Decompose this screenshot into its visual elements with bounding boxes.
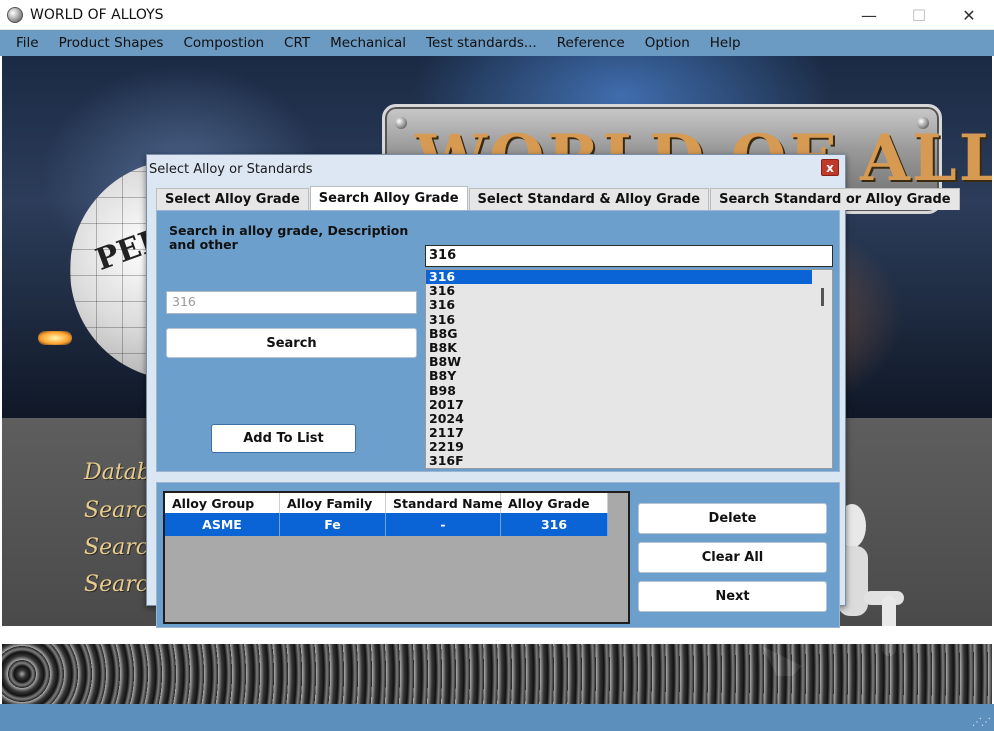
menu-bar: File Product Shapes Compostion CRT Mecha… [0, 30, 994, 56]
close-button[interactable]: ✕ [944, 0, 994, 30]
next-button[interactable]: Next [638, 581, 827, 612]
list-item[interactable]: 2024 [426, 411, 812, 426]
table-row[interactable]: ASME Fe - 316 [165, 513, 608, 536]
list-item[interactable]: B8K [426, 340, 812, 355]
selection-panel: Alloy Group Alloy Family Standard Name A… [156, 482, 840, 628]
list-scrollbar[interactable] [814, 270, 832, 468]
column-header[interactable]: Alloy Group [165, 493, 280, 513]
title-bar: WORLD OF ALLOYS — ☐ ✕ [0, 0, 994, 30]
list-item[interactable]: B8G [426, 326, 812, 341]
menu-file[interactable]: File [6, 30, 49, 56]
metal-tubes-image [2, 644, 992, 704]
dialog-title: Select Alloy or Standards [149, 161, 313, 177]
scrollbar-thumb[interactable] [821, 288, 824, 306]
tab-select-alloy-grade[interactable]: Select Alloy Grade [156, 188, 309, 210]
bolt-icon [395, 117, 407, 129]
tab-search-alloy-grade[interactable]: Search Alloy Grade [309, 186, 468, 210]
clear-all-button[interactable]: Clear All [638, 542, 827, 573]
tab-select-standard-alloy-grade[interactable]: Select Standard & Alloy Grade [468, 188, 710, 210]
minimize-button[interactable]: — [844, 0, 894, 30]
table-cell[interactable]: 316 [501, 513, 608, 536]
globe-app-icon [7, 6, 23, 23]
window-title: WORLD OF ALLOYS [30, 6, 164, 23]
column-header[interactable]: Alloy Family [280, 493, 386, 513]
search-label: Search in alloy grade, Description and o… [169, 223, 409, 252]
list-item[interactable]: B8W [426, 354, 812, 369]
menu-mechanical[interactable]: Mechanical [320, 30, 416, 56]
search-button[interactable]: Search [166, 328, 417, 358]
menu-test-standards[interactable]: Test standards... [416, 30, 547, 56]
menu-compostion[interactable]: Compostion [173, 30, 274, 56]
dialog-title-bar: Select Alloy or Standards x [147, 155, 845, 183]
side-label: Datab [84, 460, 151, 485]
dialog-close-button[interactable]: x [821, 159, 839, 176]
menu-help[interactable]: Help [700, 30, 751, 56]
status-bar: ⋰⋰ [0, 704, 994, 731]
tab-strip: Select Alloy Grade Search Alloy Grade Se… [156, 186, 961, 210]
search-panel: Search in alloy grade, Description and o… [156, 210, 840, 472]
table-cell[interactable]: ASME [165, 513, 280, 536]
menu-reference[interactable]: Reference [547, 30, 635, 56]
add-to-list-button[interactable]: Add To List [211, 424, 356, 453]
menu-option[interactable]: Option [635, 30, 700, 56]
light-glow [38, 331, 72, 345]
column-header[interactable]: Alloy Grade [501, 493, 608, 513]
selected-alloys-table: Alloy Group Alloy Family Standard Name A… [163, 491, 630, 624]
tab-search-standard-or-alloy-grade[interactable]: Search Standard or Alloy Grade [710, 188, 960, 210]
window-controls: — ☐ ✕ [844, 0, 994, 30]
list-item[interactable]: 316F [426, 454, 812, 468]
list-item[interactable]: 2117 [426, 425, 812, 440]
table-header: Alloy Group Alloy Family Standard Name A… [165, 493, 608, 513]
list-item[interactable]: 2219 [426, 440, 812, 454]
grade-filter-input[interactable]: 316 [425, 245, 833, 267]
column-header[interactable]: Standard Name [386, 493, 503, 513]
search-input[interactable]: 316 [166, 291, 417, 314]
select-alloy-dialog: Select Alloy or Standards x Select Alloy… [146, 154, 960, 628]
list-item[interactable]: 316 [426, 312, 812, 327]
list-item[interactable]: 316 [426, 298, 812, 312]
table-cell[interactable]: - [386, 513, 501, 536]
resize-grip-icon[interactable]: ⋰⋰ [972, 717, 991, 728]
list-item[interactable]: B8Y [426, 369, 812, 383]
maximize-button[interactable]: ☐ [894, 0, 944, 30]
table-cell[interactable]: Fe [280, 513, 386, 536]
list-item[interactable]: B98 [426, 383, 812, 398]
list-item[interactable]: 2017 [426, 397, 812, 412]
grade-list[interactable]: 316 316 316 316 B8G B8K B8W B8Y B98 2017… [425, 269, 833, 469]
menu-crt[interactable]: CRT [274, 30, 320, 56]
divider-strip [2, 626, 992, 644]
delete-button[interactable]: Delete [638, 503, 827, 534]
dialog-body: Select Alloy Grade Search Alloy Grade Se… [147, 183, 960, 628]
list-item[interactable]: 316 [426, 270, 812, 285]
menu-product-shapes[interactable]: Product Shapes [49, 30, 174, 56]
list-item[interactable]: 316 [426, 283, 812, 298]
